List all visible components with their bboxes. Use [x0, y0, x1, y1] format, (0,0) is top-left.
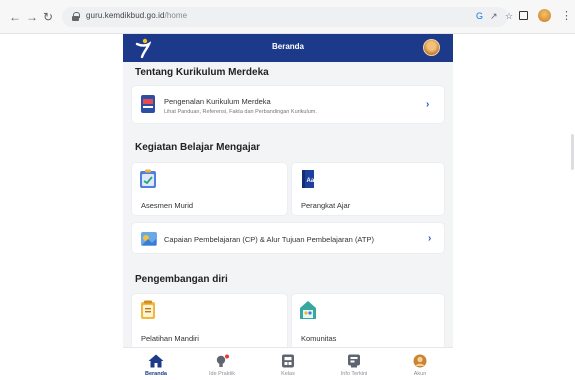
forward-icon[interactable]: → [26, 10, 38, 24]
url-domain: guru.kemdikbud.go.id [86, 11, 165, 20]
app-header: Beranda [123, 34, 453, 62]
account-icon [413, 354, 427, 368]
browser-toolbar: ← → ↻ guru.kemdikbud.go.id/home G ↗ ☆ ⋮ [0, 0, 575, 34]
url-path: /home [164, 11, 188, 20]
browser-menu-icon[interactable]: ⋮ [561, 9, 572, 22]
nav-label-ide-praktik: Ide Praktik [209, 371, 235, 377]
tile-asesmen-murid[interactable]: Asesmen Murid [131, 162, 288, 216]
tile-komunitas[interactable]: Komunitas [291, 293, 445, 351]
share-icon[interactable]: ↗ [490, 11, 498, 21]
nav-akun[interactable]: Akun [387, 348, 453, 380]
nav-kelas[interactable]: Kelas [255, 348, 321, 380]
kurikulum-card[interactable]: Pengenalan Kurikulum Merdeka Lihat Pandu… [131, 85, 445, 124]
chevron-right-icon: › [428, 233, 432, 244]
bottom-navigation: Beranda Ide Praktik Kelas Info Terkini A… [123, 347, 453, 380]
page-scrollbar[interactable] [571, 134, 574, 170]
notepad-icon [141, 300, 155, 319]
profile-avatar-icon[interactable] [538, 9, 551, 22]
book-cover-icon [141, 95, 155, 113]
nav-label-info-terkini: Info Terkini [340, 371, 368, 377]
kurikulum-card-subtitle: Lihat Panduan, Referensi, Fakta dan Perb… [164, 109, 317, 115]
book-icon: Aa [302, 170, 315, 188]
cp-atp-card[interactable]: Capaian Pembelajaran (CP) & Alur Tujuan … [131, 222, 445, 254]
tile-perangkat-ajar[interactable]: Aa Perangkat Ajar [291, 162, 445, 216]
back-icon[interactable]: ← [9, 10, 21, 24]
learning-path-icon [141, 232, 157, 246]
sidepanel-icon[interactable] [519, 11, 528, 20]
home-icon [148, 354, 164, 368]
nav-beranda[interactable]: Beranda [123, 348, 189, 380]
tile-label-perangkat: Perangkat Ajar [301, 201, 351, 210]
section-title-kegiatan: Kegiatan Belajar Mengajar [135, 142, 261, 153]
avatar[interactable] [423, 39, 440, 56]
nav-info-terkini[interactable]: Info Terkini [321, 348, 387, 380]
section-title-pengembangan: Pengembangan diri [135, 274, 228, 285]
google-icon[interactable]: G [476, 11, 483, 21]
lock-icon [72, 12, 80, 21]
nav-label-beranda: Beranda [144, 371, 167, 377]
address-bar[interactable]: guru.kemdikbud.go.id/home [62, 7, 508, 27]
clipboard-icon [140, 169, 156, 188]
page-title: Beranda [271, 42, 304, 51]
nav-label-kelas: Kelas [281, 371, 295, 377]
app-frame: Beranda Tentang Kurikulum Merdeka Pengen… [123, 34, 453, 380]
url-text: guru.kemdikbud.go.id/home [86, 11, 187, 20]
cp-atp-card-title: Capaian Pembelajaran (CP) & Alur Tujuan … [164, 235, 374, 244]
reload-icon[interactable]: ↻ [43, 10, 53, 24]
idea-icon [216, 354, 229, 367]
tile-label-asesmen: Asesmen Murid [141, 201, 194, 210]
svg-text:Aa: Aa [307, 178, 315, 184]
nav-ide-praktik[interactable]: Ide Praktik [189, 348, 255, 380]
news-icon [348, 354, 360, 368]
tile-pelatihan-mandiri[interactable]: Pelatihan Mandiri [131, 293, 288, 351]
kurikulum-card-title: Pengenalan Kurikulum Merdeka [164, 97, 271, 106]
house-community-icon [300, 301, 316, 319]
nav-label-akun: Akun [413, 371, 427, 377]
bookmark-star-icon[interactable]: ☆ [505, 11, 513, 21]
section-title-kurikulum: Tentang Kurikulum Merdeka [135, 67, 269, 78]
tile-label-komunitas: Komunitas [301, 334, 337, 343]
chevron-right-icon: › [426, 99, 430, 110]
tile-label-pelatihan: Pelatihan Mandiri [141, 334, 199, 343]
class-icon [282, 354, 294, 368]
